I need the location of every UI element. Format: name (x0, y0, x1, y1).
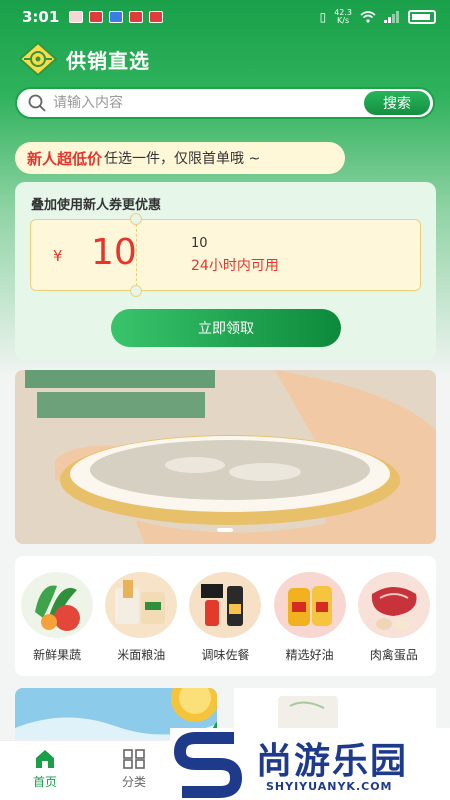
cooking-oil-icon (273, 572, 346, 638)
grain-oil-icon (105, 572, 178, 638)
carousel-indicator (217, 528, 233, 532)
app-title: 供销直选 (66, 48, 150, 73)
vegetables-icon (21, 572, 94, 638)
wifi-icon (360, 11, 376, 23)
signal-icon (384, 11, 399, 23)
watermark-logo-icon (174, 732, 243, 798)
net-speed: 42.3 K/s (334, 8, 352, 25)
new-user-promo[interactable]: 新人超低价 任选一件，仅限首单哦 ~ (15, 142, 345, 174)
bird-nest-porridge-photo (15, 370, 436, 544)
category-grid: 新鲜果蔬 米面粮油 调味佐餐 精选好油 肉禽蛋品 (15, 556, 436, 676)
app-notification-icon (109, 11, 124, 23)
meat-eggs-icon (357, 572, 430, 638)
app-notification-icon (69, 11, 84, 23)
category-label: 米面粮油 (117, 648, 166, 662)
ticket-notch (130, 285, 142, 297)
coop-logo-icon (18, 41, 58, 77)
promo-text: 任选一件，仅限首单哦 ~ (104, 151, 261, 167)
coupon-card: 叠加使用新人券更优惠 ¥ 10 10 24小时内可用 立即领取 (15, 182, 436, 360)
nav-category[interactable]: 分类 (104, 749, 164, 790)
notification-icons (69, 11, 164, 23)
battery-icon (408, 10, 436, 24)
category-label: 肉禽蛋品 (369, 648, 418, 662)
coupon-validity: 24小时内可用 (191, 258, 279, 274)
category-item[interactable]: 调味佐餐 (185, 572, 265, 676)
system-status: ▯ 42.3 K/s (320, 9, 436, 25)
status-time: 3:01 (22, 8, 60, 26)
category-item[interactable]: 新鲜果蔬 (17, 572, 97, 676)
home-icon (36, 750, 54, 768)
search-icon (28, 94, 46, 112)
app-notification-icon (89, 11, 104, 23)
search-bar[interactable]: 搜索 (15, 87, 435, 119)
status-bar: 3:01 ▯ 42.3 K/s (0, 0, 450, 34)
ticket-divider (136, 224, 137, 286)
category-item[interactable]: 精选好油 (270, 572, 350, 676)
search-input[interactable] (53, 95, 364, 111)
coupon-currency: ¥ (53, 247, 63, 265)
app-notification-icon (149, 11, 164, 23)
coupon-title: 叠加使用新人券更优惠 (31, 198, 162, 213)
category-label: 调味佐餐 (201, 648, 250, 662)
app-notification-icon (129, 11, 144, 23)
nav-home-label: 首页 (32, 775, 57, 789)
category-icon (123, 749, 145, 769)
seasoning-icon (189, 572, 262, 638)
coupon-amount: 10 (91, 232, 137, 273)
category-label: 精选好油 (285, 648, 334, 662)
promo-banner[interactable] (15, 370, 436, 544)
ticket-notch (130, 213, 142, 225)
watermark-title: 尚游乐园 (256, 741, 409, 782)
promo-highlight: 新人超低价 (27, 149, 103, 168)
watermark-url: SHYIYUANYK.COM (266, 780, 393, 793)
coupon-value-text: 10 (191, 236, 208, 251)
claim-coupon-button[interactable]: 立即领取 (111, 309, 341, 347)
nav-home[interactable]: 首页 (15, 749, 75, 790)
site-watermark: 尚游乐园 SHYIYUANYK.COM (170, 728, 450, 800)
nav-category-label: 分类 (121, 775, 146, 789)
category-item[interactable]: 肉禽蛋品 (354, 572, 434, 676)
search-button[interactable]: 搜索 (364, 91, 430, 115)
coupon-ticket[interactable]: ¥ 10 10 24小时内可用 (30, 213, 421, 297)
category-label: 新鲜果蔬 (33, 648, 82, 662)
vibrate-icon: ▯ (319, 10, 327, 24)
category-item[interactable]: 米面粮油 (101, 572, 181, 676)
app-header: 供销直选 (16, 40, 150, 78)
